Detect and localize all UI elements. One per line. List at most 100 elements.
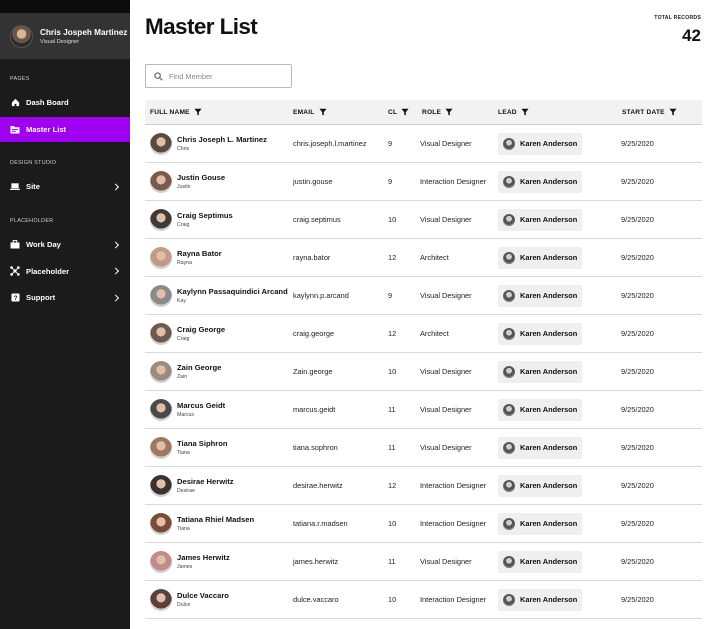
table-row[interactable]: Tatiana Rhiel Madsen Tiana tatiana.r.madse… bbox=[145, 505, 702, 543]
member-short-name: Marcus bbox=[177, 412, 195, 418]
member-email: marcus.geidt bbox=[293, 405, 336, 414]
member-full-name[interactable]: Kaylynn Passaquindici Arcand bbox=[177, 287, 288, 296]
member-full-name[interactable]: Craig Septimus bbox=[177, 211, 233, 220]
member-cl: 11 bbox=[388, 443, 396, 452]
member-email: Zain.george bbox=[293, 367, 333, 376]
member-short-name: James bbox=[177, 564, 193, 570]
filter-icon[interactable] bbox=[517, 108, 529, 118]
table-row[interactable]: Zain George Zain Zain.george 10 Visual Desig… bbox=[145, 353, 702, 391]
member-short-name: Kay bbox=[177, 298, 186, 304]
member-full-name[interactable]: James Herwitz bbox=[177, 553, 230, 562]
sidebar-item-support[interactable]: ? Support bbox=[0, 285, 130, 310]
help-icon: ? bbox=[10, 293, 20, 303]
lead-avatar bbox=[503, 327, 515, 340]
member-start-date: 9/25/2020 bbox=[621, 519, 654, 528]
column-header-label: START DATE bbox=[622, 109, 665, 116]
lead-chip[interactable]: Karen Anderson bbox=[498, 246, 582, 269]
lead-chip[interactable]: Karen Anderson bbox=[498, 398, 582, 421]
nav-section-label: PLACEHOLDER bbox=[10, 218, 54, 224]
table-row[interactable]: James Herwitz James james.herwitz 11 Visual … bbox=[145, 543, 702, 581]
column-header-cl[interactable]: CL bbox=[388, 100, 409, 125]
member-role: Interaction Designer bbox=[420, 595, 487, 604]
avatar bbox=[150, 132, 172, 155]
member-email: craig.george bbox=[293, 329, 335, 338]
lead-chip[interactable]: Karen Anderson bbox=[498, 132, 582, 155]
lead-avatar bbox=[503, 289, 515, 302]
filter-icon[interactable] bbox=[441, 108, 453, 118]
table-row[interactable]: Justin Gouse Justin justin.gouse 9 Interacti… bbox=[145, 163, 702, 201]
lead-name: Karen Anderson bbox=[520, 215, 578, 224]
chevron-right-icon bbox=[111, 240, 120, 249]
column-header-lead[interactable]: LEAD bbox=[498, 100, 529, 125]
search-input[interactable] bbox=[169, 71, 279, 81]
member-full-name[interactable]: Chris Joseph L. Martinez bbox=[177, 135, 267, 144]
avatar bbox=[150, 170, 172, 193]
lead-avatar bbox=[503, 441, 515, 454]
column-header-start-date[interactable]: START DATE bbox=[622, 100, 677, 125]
member-role: Architect bbox=[420, 329, 449, 338]
lead-chip[interactable]: Karen Anderson bbox=[498, 284, 582, 307]
member-full-name[interactable]: Desirae Herwitz bbox=[177, 477, 234, 486]
member-full-name[interactable]: Craig George bbox=[177, 325, 225, 334]
sidebar-item-dash-board[interactable]: Dash Board bbox=[0, 90, 130, 115]
column-header-label: ROLE bbox=[422, 109, 442, 116]
lead-chip[interactable]: Karen Anderson bbox=[498, 512, 582, 535]
member-short-name: Justin bbox=[177, 184, 191, 190]
page-title: Master List bbox=[145, 14, 258, 39]
sidebar-item-label: Support bbox=[26, 293, 56, 302]
sidebar-item-placeholder[interactable]: Placeholder bbox=[0, 259, 130, 284]
lead-chip[interactable]: Karen Anderson bbox=[498, 170, 582, 193]
lead-chip[interactable]: Karen Anderson bbox=[498, 360, 582, 383]
filter-icon[interactable] bbox=[397, 108, 409, 118]
table-row[interactable]: Craig George Craig craig.george 12 Architect… bbox=[145, 315, 702, 353]
search-box[interactable] bbox=[145, 64, 292, 88]
avatar bbox=[150, 208, 172, 231]
sidebar-item-work-day[interactable]: Work Day bbox=[0, 232, 130, 257]
member-start-date: 9/25/2020 bbox=[621, 215, 654, 224]
lead-chip[interactable]: Karen Anderson bbox=[498, 322, 582, 345]
lead-name: Karen Anderson bbox=[520, 519, 578, 528]
member-full-name[interactable]: Zain George bbox=[177, 363, 221, 372]
avatar bbox=[150, 322, 172, 345]
lead-avatar bbox=[503, 365, 515, 378]
table-row[interactable]: Desirae Herwitz Desirae desirae.herwitz 12 I… bbox=[145, 467, 702, 505]
sidebar-item-site[interactable]: Site bbox=[0, 174, 130, 199]
lead-avatar bbox=[503, 593, 515, 606]
member-role: Visual Designer bbox=[420, 443, 472, 452]
member-full-name[interactable]: Rayna Bator bbox=[177, 249, 222, 258]
lead-chip[interactable]: Karen Anderson bbox=[498, 588, 582, 611]
table-row[interactable]: Craig Septimus Craig craig.septimus 10 Visua… bbox=[145, 201, 702, 239]
table-row[interactable]: Dulce Vaccaro Dulce dulce.vaccaro 10 Interac… bbox=[145, 581, 702, 619]
lead-chip[interactable]: Karen Anderson bbox=[498, 436, 582, 459]
member-full-name[interactable]: Dulce Vaccaro bbox=[177, 591, 229, 600]
member-role: Architect bbox=[420, 253, 449, 262]
column-header-role[interactable]: ROLE bbox=[422, 100, 453, 125]
sidebar-item-master-list[interactable]: Master List bbox=[0, 116, 130, 142]
member-full-name[interactable]: Justin Gouse bbox=[177, 173, 225, 182]
member-cl: 12 bbox=[388, 329, 397, 338]
table-row[interactable]: Kaylynn Passaquindici Arcand Kay kaylynn.p… bbox=[145, 277, 702, 315]
lead-name: Karen Anderson bbox=[520, 405, 578, 414]
filter-icon[interactable] bbox=[665, 108, 677, 118]
table-row[interactable]: Chris Joseph L. Martinez Chris chris.josep… bbox=[145, 125, 702, 163]
member-email: tatiana.r.madsen bbox=[293, 519, 348, 528]
sidebar-top-strip bbox=[0, 0, 130, 13]
column-header-email[interactable]: EMAIL bbox=[293, 100, 327, 125]
member-cl: 11 bbox=[388, 557, 396, 566]
table-row[interactable]: Rayna Bator Rayna rayna.bator 12 Architect Ka… bbox=[145, 239, 702, 277]
table-row[interactable]: Marcus Geidt Marcus marcus.geidt 11 Visual D… bbox=[145, 391, 702, 429]
table-body: Chris Joseph L. Martinez Chris chris.josep… bbox=[145, 125, 702, 619]
member-full-name[interactable]: Tatiana Rhiel Madsen bbox=[177, 515, 254, 524]
user-profile[interactable]: Chris Jospeh Martinez Visual Designer bbox=[0, 13, 130, 59]
filter-icon[interactable] bbox=[190, 108, 202, 118]
lead-name: Karen Anderson bbox=[520, 595, 578, 604]
lead-chip[interactable]: Karen Anderson bbox=[498, 474, 582, 497]
filter-icon[interactable] bbox=[315, 108, 327, 118]
table-row[interactable]: Tiana Siphron Tiana tiana.sophron 11 Visual … bbox=[145, 429, 702, 467]
lead-chip[interactable]: Karen Anderson bbox=[498, 208, 582, 231]
column-header-full-name[interactable]: FULL NAME bbox=[150, 100, 202, 125]
member-cl: 10 bbox=[388, 595, 397, 604]
member-full-name[interactable]: Tiana Siphron bbox=[177, 439, 228, 448]
lead-chip[interactable]: Karen Anderson bbox=[498, 550, 582, 573]
member-full-name[interactable]: Marcus Geidt bbox=[177, 401, 225, 410]
